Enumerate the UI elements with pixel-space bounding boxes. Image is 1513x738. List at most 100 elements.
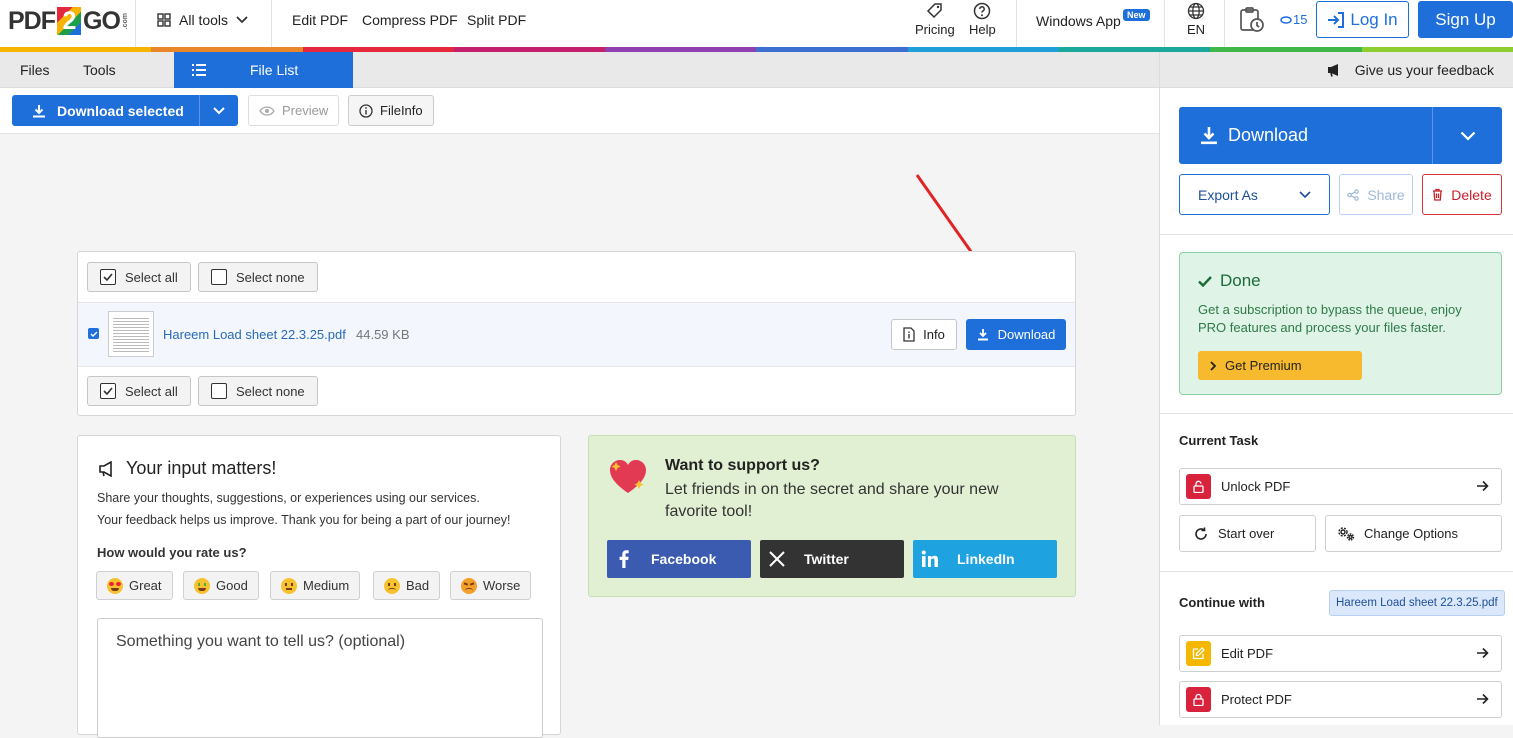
feedback-textarea[interactable]: Something you want to tell us? (optional… [97, 618, 543, 738]
nav-split-pdf[interactable]: Split PDF [467, 11, 526, 29]
linkedin-icon [913, 550, 947, 568]
rate-good-button[interactable]: Good [183, 571, 259, 600]
login-button[interactable]: Log In [1316, 1, 1409, 38]
file-info-label: Info [923, 327, 945, 342]
checkbox-empty-icon [211, 383, 227, 399]
select-none-label: Select none [236, 269, 305, 285]
logo-text-go: GO [83, 6, 121, 35]
tab-bar: Files Tools File List [0, 52, 1159, 88]
download-icon [33, 104, 45, 117]
linkedin-label: LinkedIn [957, 551, 1015, 567]
share-button[interactable]: Share [1339, 174, 1413, 215]
give-feedback-link[interactable]: Give us your feedback [1160, 52, 1513, 88]
tab-files[interactable]: Files [20, 52, 50, 88]
fileinfo-button[interactable]: FileInfo [348, 95, 434, 126]
tab-file-list[interactable]: File List [174, 52, 353, 88]
megaphone-icon [1327, 63, 1338, 77]
download-selected-button[interactable]: Download selected [12, 95, 238, 126]
preview-button[interactable]: Preview [248, 95, 340, 126]
nav-edit-pdf[interactable]: Edit PDF [292, 11, 348, 29]
facebook-label: Facebook [651, 551, 717, 567]
rate-medium-label: Medium [303, 578, 350, 593]
checkbox-empty-icon [211, 269, 227, 285]
done-status-box: Done Get a subscription to bypass the qu… [1179, 252, 1502, 395]
history-clipboard-icon[interactable] [1238, 6, 1266, 34]
divider [1016, 0, 1017, 47]
export-as-label: Export As [1198, 186, 1258, 203]
chevron-down-icon [1299, 190, 1311, 198]
rate-great-button[interactable]: Great [96, 571, 173, 600]
current-task-heading: Current Task [1179, 433, 1259, 448]
arrow-right-icon [1477, 693, 1489, 705]
download-icon [977, 329, 988, 341]
file-row: Hareem Load sheet 22.3.25.pdf 44.59 KB I… [78, 302, 1075, 367]
trash-icon [1433, 188, 1443, 201]
unlock-pdf-task[interactable]: Unlock PDF [1179, 468, 1502, 505]
support-text: Let friends in on the secret and share y… [665, 481, 999, 520]
rate-great-label: Great [129, 578, 162, 593]
grid-icon [157, 13, 171, 27]
chevron-down-icon [236, 16, 248, 24]
get-premium-button[interactable]: Get Premium [1198, 351, 1362, 380]
fileinfo-label: FileInfo [380, 103, 423, 118]
tab-tools[interactable]: Tools [83, 52, 116, 88]
start-over-button[interactable]: Start over [1179, 515, 1316, 552]
file-info-button[interactable]: Info [891, 319, 957, 350]
logo-text-pdf: PDF [8, 6, 56, 35]
feedback-description: Share your thoughts, suggestions, or exp… [97, 487, 510, 531]
chevron-right-icon [1210, 360, 1217, 371]
rate-medium-button[interactable]: Medium [270, 571, 361, 600]
select-none-button-bottom[interactable]: Select none [198, 376, 318, 406]
rate-bad-label: Bad [406, 578, 430, 593]
windows-app-link[interactable]: Windows App [1036, 12, 1121, 30]
linkedin-share-button[interactable]: LinkedIn [913, 540, 1057, 578]
select-none-button[interactable]: Select none [198, 262, 318, 292]
file-download-button[interactable]: Download [966, 319, 1066, 350]
language-label: EN [1187, 22, 1206, 37]
rate-bad-button[interactable]: Bad [373, 571, 441, 600]
login-label: Log In [1350, 9, 1398, 29]
main-download-button[interactable]: Download [1179, 107, 1502, 164]
continue-edit-pdf[interactable]: Edit PDF [1179, 635, 1502, 672]
continue-protect-pdf[interactable]: Protect PDF [1179, 681, 1502, 718]
feedback-title: Your input matters! [126, 458, 277, 478]
facebook-share-button[interactable]: Facebook [607, 540, 751, 578]
chevron-down-icon[interactable] [1460, 131, 1476, 141]
delete-button[interactable]: Delete [1422, 174, 1502, 215]
signup-button[interactable]: Sign Up [1418, 1, 1513, 38]
language-selector[interactable]: EN [1187, 2, 1205, 37]
lock-open-icon [1186, 474, 1211, 499]
select-all-label: Select all [125, 383, 178, 399]
file-thumbnail[interactable] [108, 311, 154, 357]
twitter-share-button[interactable]: Twitter [760, 540, 904, 578]
divider [1164, 0, 1165, 47]
pricing-link[interactable]: Pricing [915, 2, 955, 37]
credits-indicator[interactable]: 15 [1280, 12, 1307, 27]
credits-count: 15 [1293, 12, 1308, 27]
pdf2go-logo[interactable]: PDF 2 GO .com [8, 6, 129, 36]
main-download-label: Download [1228, 125, 1309, 145]
share-label: Share [1367, 186, 1405, 203]
checkmark-icon [1198, 275, 1212, 287]
rate-worse-button[interactable]: Worse [450, 571, 532, 600]
eye-icon [259, 105, 275, 116]
help-link[interactable]: Help [969, 2, 996, 37]
chevron-down-icon[interactable] [213, 107, 225, 115]
file-checkbox[interactable] [88, 328, 99, 339]
login-icon [1328, 11, 1345, 28]
lock-icon [1186, 687, 1211, 712]
edit-icon [1186, 641, 1211, 666]
done-text: Get a subscription to bypass the queue, … [1198, 302, 1462, 335]
file-name-link[interactable]: Hareem Load sheet 22.3.25.pdf [163, 327, 346, 342]
feedback-line-2: Your feedback helps us improve. Thank yo… [97, 513, 511, 527]
start-over-label: Start over [1218, 526, 1275, 541]
select-all-button[interactable]: Select all [87, 262, 191, 292]
list-icon [192, 64, 206, 76]
export-as-dropdown[interactable]: Export As [1179, 174, 1330, 215]
info-circle-icon [359, 103, 373, 118]
select-all-button-bottom[interactable]: Select all [87, 376, 191, 406]
all-tools-menu[interactable]: All tools [157, 11, 248, 29]
change-options-button[interactable]: Change Options [1325, 515, 1502, 552]
nav-compress-pdf[interactable]: Compress PDF [362, 11, 458, 29]
done-title: Done [1220, 271, 1261, 290]
